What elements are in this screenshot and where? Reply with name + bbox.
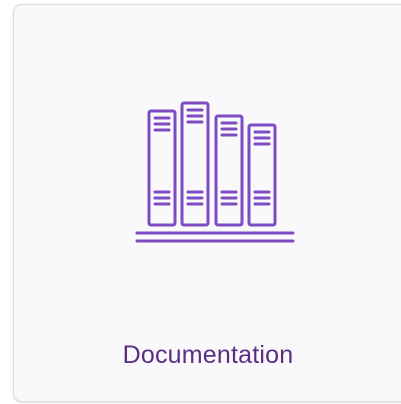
card-title: Documentation bbox=[122, 341, 294, 369]
documentation-card[interactable]: Documentation bbox=[13, 4, 401, 402]
books-on-shelf-icon bbox=[133, 95, 297, 245]
